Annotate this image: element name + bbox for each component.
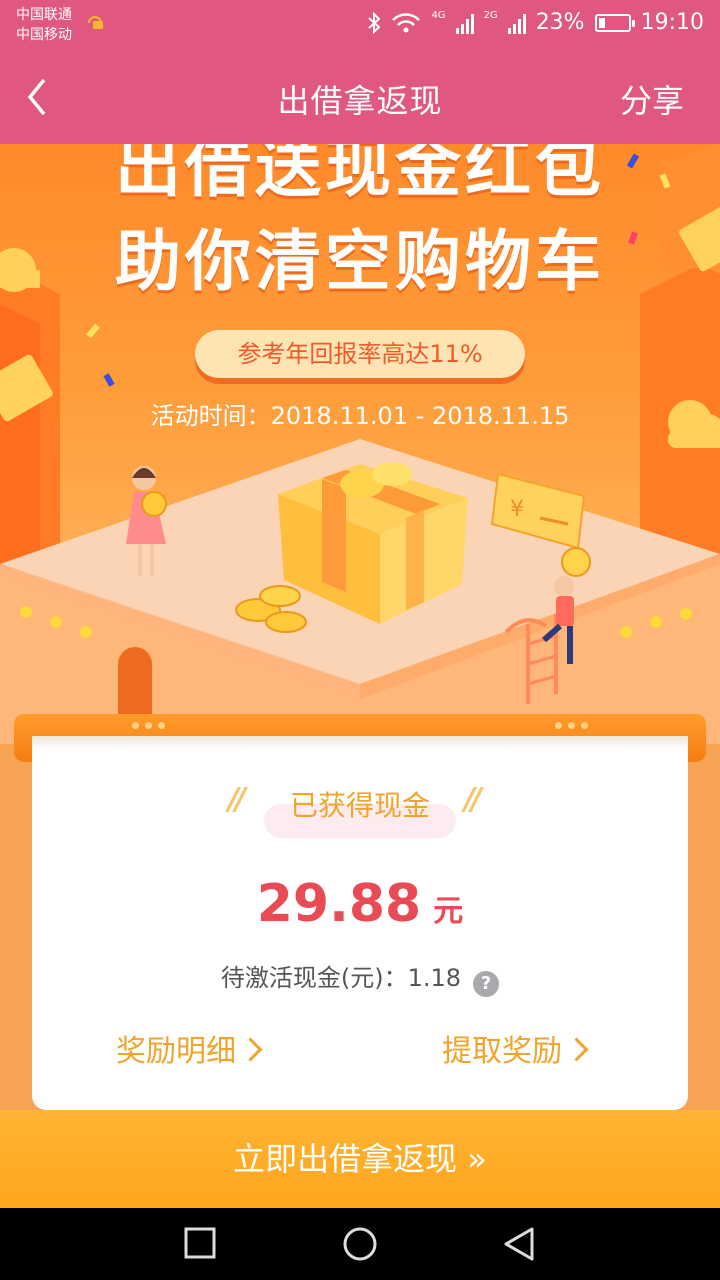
pending-cash: 待激活现金(元)：1.18? [32, 958, 688, 997]
battery-level [598, 17, 605, 28]
headline-primary: 出借送现金红包 [115, 144, 605, 206]
header: 出借拿返现 分享 [0, 50, 720, 144]
signal-icon-2 [507, 12, 526, 34]
earned-cash-label: 已获得现金 [289, 789, 430, 822]
lend-now-button[interactable]: 立即出借拿返现 » [0, 1110, 720, 1208]
chevron-right-icon [238, 1037, 263, 1062]
battery-percent: 23% [535, 10, 585, 35]
recent-apps-icon[interactable] [184, 1226, 216, 1260]
signal-icon [455, 12, 474, 34]
help-icon[interactable]: ? [473, 971, 500, 997]
status-indicators: 4G 2G 23% 19:10 [367, 10, 704, 35]
system-navigation-bar [0, 1208, 720, 1280]
carrier-2: 中国移动 [16, 27, 72, 43]
svg-text:¥: ¥ [510, 497, 524, 522]
amount-value: 29.88 [256, 874, 422, 934]
clock: 19:10 [640, 10, 704, 35]
network-type-1: 4G [431, 10, 446, 21]
share-button[interactable]: 分享 [620, 76, 684, 122]
headset-icon [88, 16, 103, 29]
page-title: 出借拿返现 [277, 82, 443, 120]
chevron-right-icon [564, 1037, 589, 1062]
card-label: // // 已获得现金 [32, 782, 688, 838]
amount-unit: 元 [433, 894, 464, 929]
promo-banner: ¥ 出借送现金红包 助你清空购物车 参考年回报率高达11% 活动时间：2018.… [0, 144, 720, 744]
dots-left [132, 722, 165, 729]
network-type-2: 2G [483, 10, 498, 21]
reward-details-link[interactable]: 奖励明细 [116, 1026, 263, 1070]
headline-secondary: 助你清空购物车 [115, 223, 605, 300]
battery-icon [594, 13, 635, 32]
wifi-icon [392, 12, 421, 32]
carrier-1: 中国联通 [16, 7, 72, 23]
bluetooth-icon [368, 11, 381, 34]
earned-amount: 29.88 元 [32, 874, 688, 934]
status-bar: 中国联通 中国移动 4G 2G 23% 19:10 [0, 0, 720, 50]
withdraw-reward-link[interactable]: 提取奖励 [442, 1026, 589, 1070]
home-icon[interactable] [342, 1226, 378, 1262]
dots-right [555, 722, 588, 729]
back-triangle-icon[interactable] [502, 1226, 536, 1262]
return-rate-badge: 参考年回报率高达11% [195, 330, 525, 378]
cash-reward-card: // // 已获得现金 29.88 元 待激活现金(元)：1.18? 奖励明细 提… [32, 736, 688, 1110]
pending-cash-text: 待激活现金(元)：1.18 [220, 964, 462, 992]
carrier-info: 中国联通 中国移动 [16, 5, 72, 45]
activity-period: 活动时间：2018.11.01 - 2018.11.15 [150, 402, 570, 430]
